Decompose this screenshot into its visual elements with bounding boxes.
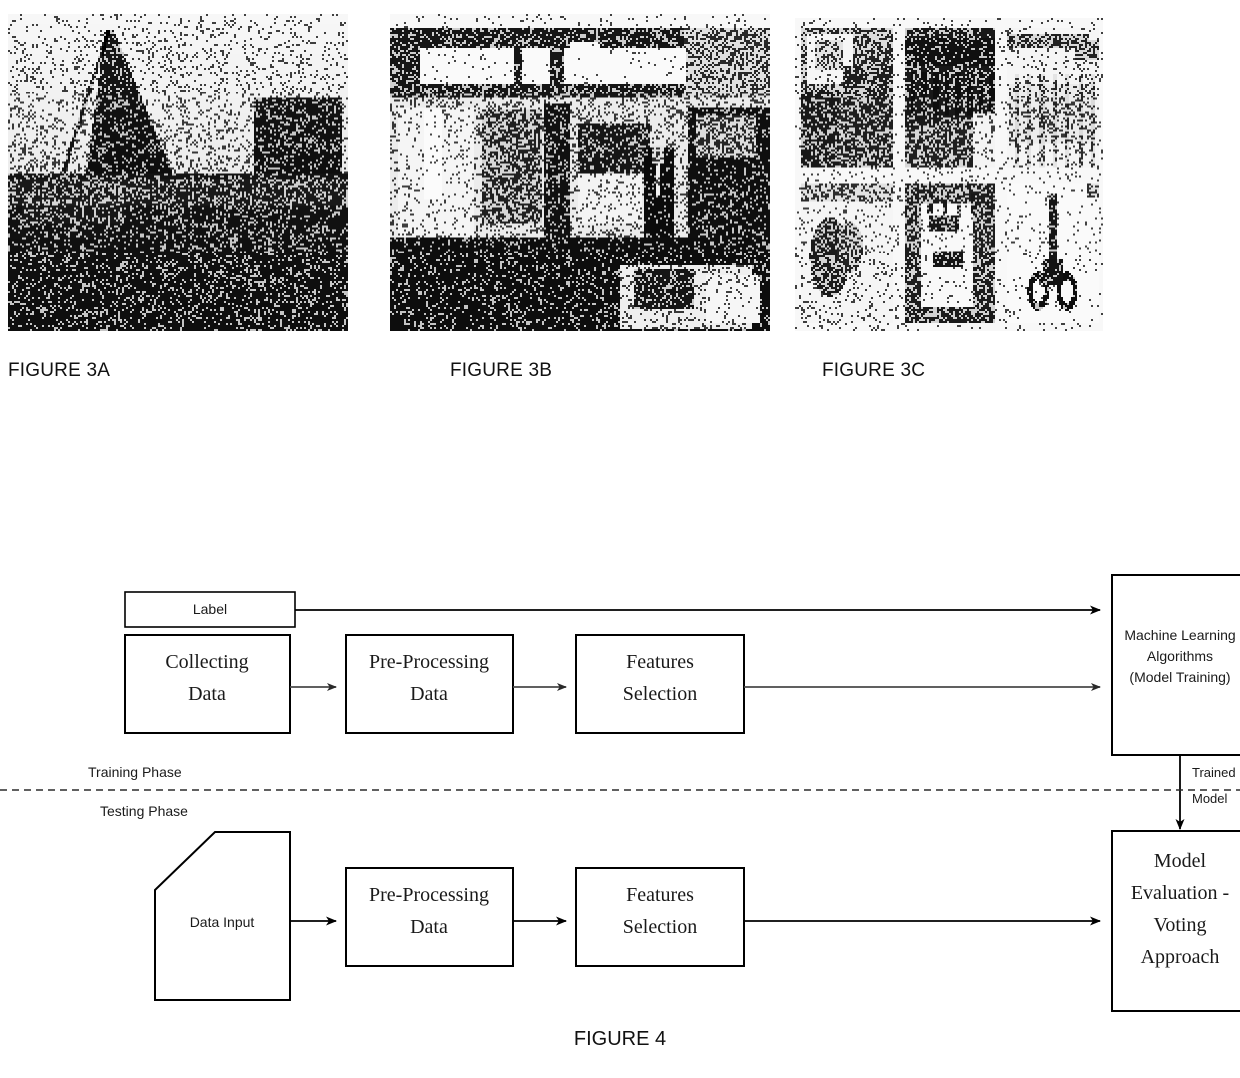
node-collecting-data[interactable]: Collecting Data bbox=[124, 634, 291, 734]
figure-4-flowchart: Label Collecting Data Pre-Processing Dat… bbox=[0, 574, 1240, 1012]
node-model-evaluation-line2: Evaluation - bbox=[1131, 882, 1229, 904]
node-testing-preprocessing[interactable]: Pre-Processing Data bbox=[345, 867, 514, 967]
node-training-features-selection[interactable]: Features Selection bbox=[575, 634, 745, 734]
figure-3b-photo bbox=[390, 14, 770, 331]
training-phase-label: Training Phase bbox=[88, 764, 182, 780]
node-training-features-line1: Features bbox=[626, 651, 694, 673]
node-training-preprocessing[interactable]: Pre-Processing Data bbox=[345, 634, 514, 734]
node-ml-algorithms[interactable]: Machine Learning Algorithms (Model Train… bbox=[1111, 574, 1240, 756]
figure-3c-photo bbox=[795, 18, 1103, 331]
node-model-evaluation-line4: Approach bbox=[1141, 946, 1220, 968]
node-testing-features-line1: Features bbox=[626, 884, 694, 906]
node-testing-preprocessing-line1: Pre-Processing bbox=[369, 884, 489, 906]
node-data-input[interactable]: Data Input bbox=[154, 831, 291, 1001]
node-testing-features-line2: Selection bbox=[623, 916, 697, 938]
node-collecting-data-line2: Data bbox=[188, 683, 226, 705]
node-collecting-data-line1: Collecting bbox=[165, 651, 248, 673]
node-label-text: Label bbox=[193, 601, 227, 617]
node-model-evaluation-line1: Model bbox=[1154, 850, 1207, 872]
node-ml-algorithms-line1: Machine Learning bbox=[1124, 627, 1235, 643]
figure-3a-caption: FIGURE 3A bbox=[8, 360, 111, 381]
figure-3c-caption: FIGURE 3C bbox=[822, 360, 926, 381]
edge-label-trained-line2: Model bbox=[1192, 791, 1228, 806]
node-ml-algorithms-line3: (Model Training) bbox=[1129, 669, 1230, 685]
node-training-preprocessing-line1: Pre-Processing bbox=[369, 651, 489, 673]
figure-3a-photo bbox=[8, 14, 348, 331]
testing-phase-label: Testing Phase bbox=[100, 803, 188, 819]
node-label[interactable]: Label bbox=[124, 591, 296, 628]
patent-figure-page: FIGURE 3A FIGURE 3B FIGURE 3C Label Coll… bbox=[0, 0, 1240, 1078]
node-data-input-text: Data Input bbox=[190, 914, 255, 930]
node-model-evaluation[interactable]: Model Evaluation - Voting Approach bbox=[1111, 830, 1240, 1012]
node-testing-preprocessing-line2: Data bbox=[410, 916, 448, 938]
node-ml-algorithms-line2: Algorithms bbox=[1147, 648, 1213, 664]
node-training-preprocessing-line2: Data bbox=[410, 683, 448, 705]
node-testing-features-selection[interactable]: Features Selection bbox=[575, 867, 745, 967]
figure-3b-caption: FIGURE 3B bbox=[450, 360, 553, 381]
node-training-features-line2: Selection bbox=[623, 683, 697, 705]
edge-label-trained-line1: Trained bbox=[1192, 765, 1236, 780]
figure-4-caption: FIGURE 4 bbox=[573, 1028, 667, 1050]
node-model-evaluation-line3: Voting bbox=[1154, 914, 1207, 936]
